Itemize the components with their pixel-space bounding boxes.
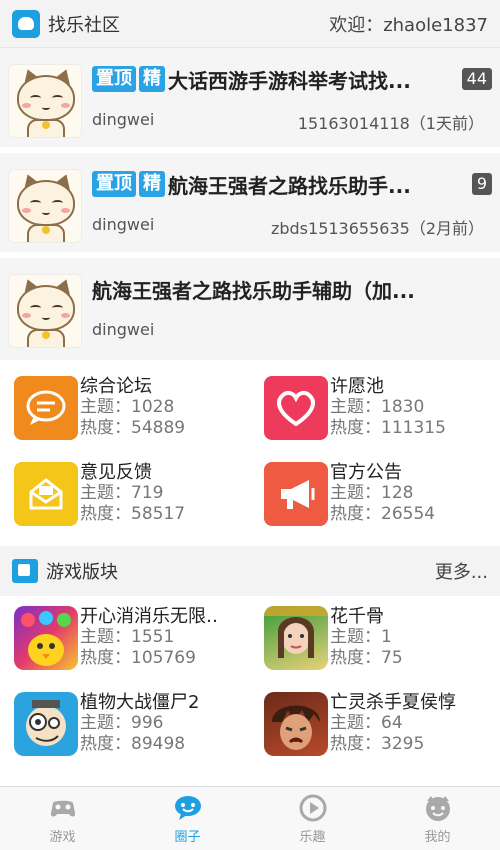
game-topics: 主题：996 — [80, 713, 164, 733]
forum-item[interactable]: 意见反馈 主题：719 热度：58517 — [0, 458, 250, 544]
more-link[interactable]: 更多... — [435, 558, 488, 584]
pinned-tag: 置顶 — [92, 66, 136, 92]
app-header: 找乐社区 欢迎：zhaole1837 — [0, 0, 500, 48]
forum-topics: 主题：128 — [330, 483, 414, 503]
game-topics: 主题：1551 — [80, 627, 175, 647]
game-name: 亡灵杀手夏侯惇 — [330, 692, 456, 713]
post-author: dingwei — [92, 320, 155, 339]
tab-label: 我的 — [424, 829, 451, 845]
post-item[interactable]: 置顶 精 航海王强者之路找乐助手... 9 dingwei zbds151365… — [0, 153, 500, 258]
post-author: dingwei — [92, 215, 155, 234]
pinned-tag: 置顶 — [92, 171, 136, 197]
game-heat: 热度：75 — [330, 648, 403, 668]
forum-item[interactable]: 许愿池 主题：1830 热度：111315 — [250, 372, 500, 458]
game-name: 开心消消乐无限… — [80, 606, 220, 627]
post-last-reply: 15163014118（1天前） — [297, 114, 484, 133]
app-logo-icon — [12, 9, 40, 38]
game-heat: 热度：3295 — [330, 734, 425, 754]
reply-count-badge: 44 — [461, 68, 492, 90]
forum-heat: 热度：26554 — [330, 504, 436, 524]
forum-item[interactable]: 综合论坛 主题：1028 热度：54889 — [0, 372, 250, 458]
post-last-reply: zbds1513655635（2月前） — [270, 219, 484, 238]
forum-heat: 热度：58517 — [80, 504, 186, 524]
bottom-tab-bar: 游戏 圈子 乐趣 我的 — [0, 786, 500, 850]
game-item[interactable]: 花千骨 主题：1 热度：75 — [250, 604, 500, 690]
undead-slayer-icon — [264, 692, 328, 756]
forum-name: 综合论坛 — [80, 376, 152, 397]
post-item[interactable]: 航海王强者之路找乐助手辅助（加... dingwei — [0, 258, 500, 366]
forum-topics: 主题：1028 — [80, 397, 175, 417]
post-title[interactable]: 大话西游手游科举考试找... — [168, 65, 456, 94]
game-item[interactable]: 植物大战僵尸2 主题：996 热度：89498 — [0, 690, 250, 776]
chat-bubble-icon — [14, 376, 78, 440]
post-title[interactable]: 航海王强者之路找乐助手辅助（加... — [92, 275, 492, 304]
cat-avatar-icon — [8, 274, 82, 348]
game-name: 植物大战僵尸2 — [80, 692, 200, 713]
cat-avatar-icon — [8, 169, 82, 243]
megaphone-icon — [264, 462, 328, 526]
gamepad-icon — [50, 800, 75, 817]
app-title: 找乐社区 — [48, 14, 120, 36]
post-item[interactable]: 置顶 精 大话西游手游科举考试找... 44 dingwei 151630141… — [0, 48, 500, 153]
games-section-title: 游戏版块 — [46, 562, 118, 583]
forum-heat: 热度：111315 — [330, 418, 446, 438]
reply-count-badge: 9 — [471, 173, 492, 195]
game-topics: 主题：1 — [330, 627, 392, 647]
heart-icon — [264, 376, 328, 440]
tab-label: 圈子 — [174, 829, 201, 845]
candy-game-icon — [14, 606, 78, 670]
featured-tag: 精 — [139, 66, 165, 92]
tab-fun[interactable]: 乐趣 — [250, 787, 375, 850]
post-author: dingwei — [92, 110, 155, 129]
tab-label: 乐趣 — [299, 829, 326, 845]
forum-topics: 主题：1830 — [330, 397, 425, 417]
envelope-icon — [14, 462, 78, 526]
game-grid: 开心消消乐无限… 主题：1551 热度：105769 花千骨 主题：1 热度：7… — [0, 596, 500, 776]
forum-heat: 热度：54889 — [80, 418, 186, 438]
face-icon — [425, 795, 450, 821]
game-topics: 主题：64 — [330, 713, 403, 733]
forum-name: 官方公告 — [330, 462, 402, 483]
forum-item[interactable]: 官方公告 主题：128 热度：26554 — [250, 458, 500, 544]
cat-avatar-icon — [8, 64, 82, 138]
game-heat: 热度：89498 — [80, 734, 186, 754]
forum-name: 意见反馈 — [80, 462, 152, 483]
play-icon — [299, 794, 326, 821]
hua-qian-gu-icon — [264, 606, 328, 670]
post-title[interactable]: 航海王强者之路找乐助手... — [168, 170, 466, 199]
forum-topics: 主题：719 — [80, 483, 164, 503]
tab-mine[interactable]: 我的 — [375, 787, 500, 850]
tab-label: 游戏 — [49, 829, 76, 845]
forum-grid: 综合论坛 主题：1028 热度：54889 许愿池 主题：1830 热度：111… — [0, 366, 500, 544]
game-item[interactable]: 亡灵杀手夏侯惇 主题：64 热度：3295 — [250, 690, 500, 776]
games-section-header: 游戏版块 更多... — [0, 546, 500, 596]
game-name: 花千骨 — [330, 606, 384, 627]
game-item[interactable]: 开心消消乐无限… 主题：1551 热度：105769 — [0, 604, 250, 690]
featured-tag: 精 — [139, 171, 165, 197]
thumbs-up-icon — [12, 559, 38, 583]
forum-name: 许愿池 — [330, 376, 384, 397]
welcome-text[interactable]: 欢迎：zhaole1837 — [329, 11, 488, 37]
tab-circle[interactable]: 圈子 — [125, 787, 250, 850]
plants-zombies-icon — [14, 692, 78, 756]
tab-games[interactable]: 游戏 — [0, 787, 125, 850]
chat-icon — [174, 795, 201, 820]
game-heat: 热度：105769 — [80, 648, 196, 668]
